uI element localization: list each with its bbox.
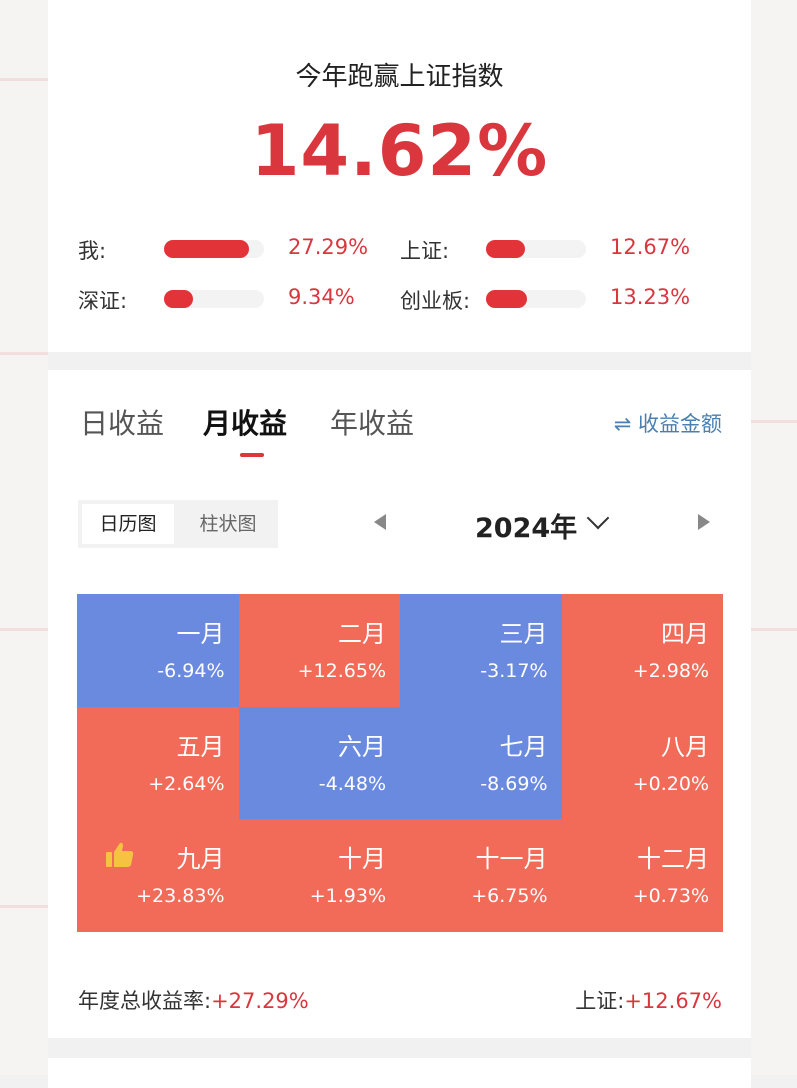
index-return-summary: 上证:+12.67% — [575, 985, 722, 1015]
month-cell[interactable]: 九月 +23.83% — [77, 819, 239, 933]
background-right — [751, 0, 797, 1075]
month-cell[interactable]: 一月 -6.94% — [77, 594, 239, 707]
month-name: 十二月 — [637, 845, 709, 874]
index-return-value: +12.67% — [624, 989, 722, 1013]
month-name: 十月 — [338, 845, 386, 874]
comparison-label: 深证: — [78, 289, 128, 313]
month-return: +6.75% — [471, 885, 548, 908]
summary-headline: 今年跑赢上证指数 — [295, 62, 504, 92]
background-divider — [751, 628, 797, 631]
comparison-bar-fill — [486, 240, 525, 258]
background-left — [0, 0, 48, 1075]
annual-return-value: +27.29% — [211, 989, 309, 1013]
month-name: 九月 — [176, 845, 225, 874]
month-return: +0.20% — [632, 772, 709, 795]
month-name: 四月 — [661, 620, 709, 648]
calendar-view-button[interactable]: 日历图 — [82, 504, 174, 544]
tab-monthly-returns[interactable]: 月收益 — [203, 402, 287, 442]
month-cell[interactable]: 十二月 +0.73% — [561, 819, 723, 933]
index-return-label: 上证: — [575, 989, 625, 1013]
month-return: +1.93% — [309, 885, 386, 908]
month-name: 十一月 — [475, 845, 548, 874]
comparison-value: 12.67% — [610, 235, 691, 259]
amount-toggle-label: 收益金额 — [638, 412, 722, 436]
view-toggle: 日历图 柱状图 — [78, 500, 278, 548]
month-cell[interactable]: 十一月 +6.75% — [400, 819, 562, 933]
month-cell[interactable]: 四月 +2.98% — [561, 594, 723, 707]
comparison-row-shenzhen: 深证: 9.34% — [78, 283, 408, 313]
month-name: 八月 — [661, 732, 709, 761]
tab-yearly-returns[interactable]: 年收益 — [330, 402, 414, 442]
amount-toggle-button[interactable]: ⇌ 收益金额 — [614, 408, 722, 438]
month-return: -6.94% — [157, 660, 225, 682]
comparison-bar-track — [164, 240, 264, 258]
background-divider — [0, 905, 48, 908]
comparison-bar-fill — [164, 240, 249, 258]
background-divider — [0, 78, 48, 81]
comparison-label: 上证: — [400, 239, 450, 263]
month-return: +23.83% — [136, 885, 225, 908]
comparison-label: 创业板: — [400, 289, 471, 313]
comparison-bar-fill — [164, 290, 193, 308]
month-return: +2.98% — [632, 660, 709, 682]
month-return: -3.17% — [480, 660, 548, 682]
comparison-label: 我: — [78, 239, 107, 263]
swap-arrows-icon: ⇌ — [613, 412, 632, 436]
comparison-row-me: 我: 27.29% — [78, 233, 408, 263]
comparison-value: 9.34% — [288, 285, 355, 309]
tab-daily-returns[interactable]: 日收益 — [80, 402, 164, 442]
comparison-bar-track — [164, 290, 264, 308]
comparison-bar-track — [486, 290, 586, 308]
background-divider — [751, 420, 797, 423]
next-card — [48, 1058, 751, 1088]
month-cell[interactable]: 八月 +0.20% — [561, 706, 723, 820]
comparison-bar-track — [486, 240, 586, 258]
active-tab-indicator — [240, 453, 264, 457]
thumbs-up-icon — [106, 843, 134, 868]
month-return: +0.73% — [632, 885, 709, 908]
month-return: +2.64% — [148, 772, 225, 795]
year-selector[interactable]: 2024年 — [475, 506, 577, 545]
month-name: 一月 — [176, 620, 225, 648]
annual-return-summary: 年度总收益率:+27.29% — [78, 985, 309, 1015]
previous-year-arrow-icon[interactable] — [374, 514, 386, 530]
comparison-row-chinext: 创业板: 13.23% — [400, 283, 730, 313]
background-divider — [0, 628, 48, 631]
background-divider — [0, 352, 48, 355]
month-cell[interactable]: 二月 +12.65% — [238, 594, 400, 707]
bar-view-button[interactable]: 柱状图 — [178, 500, 278, 548]
month-cell[interactable]: 六月 -4.48% — [238, 706, 400, 820]
month-name: 六月 — [338, 732, 386, 761]
month-name: 五月 — [176, 732, 225, 761]
next-year-arrow-icon[interactable] — [698, 514, 710, 530]
comparison-value: 13.23% — [610, 285, 691, 309]
month-cell[interactable]: 三月 -3.17% — [400, 594, 562, 707]
comparison-row-shanghai: 上证: 12.67% — [400, 233, 730, 263]
comparison-bar-fill — [486, 290, 527, 308]
outperform-percentage: 14.62% — [250, 110, 549, 192]
month-return: -8.69% — [480, 772, 548, 795]
month-cell[interactable]: 五月 +2.64% — [77, 706, 239, 820]
month-name: 七月 — [499, 732, 548, 761]
comparison-value: 27.29% — [288, 235, 369, 259]
month-return: -4.48% — [318, 772, 386, 795]
month-name: 三月 — [499, 620, 548, 648]
month-return: +12.65% — [297, 660, 386, 682]
month-name: 二月 — [338, 620, 386, 648]
month-cell[interactable]: 七月 -8.69% — [400, 706, 562, 820]
monthly-returns-grid: 一月 -6.94% 二月 +12.65% 三月 -3.17% 四月 +2.98% 五月 +2.64… — [77, 594, 723, 933]
month-cell[interactable]: 十月 +1.93% — [238, 819, 400, 933]
summary-card: 今年跑赢上证指数 14.62% 我: 27.29% 上证: 12.67% 深证:… — [48, 0, 751, 352]
annual-return-label: 年度总收益率: — [78, 989, 212, 1013]
